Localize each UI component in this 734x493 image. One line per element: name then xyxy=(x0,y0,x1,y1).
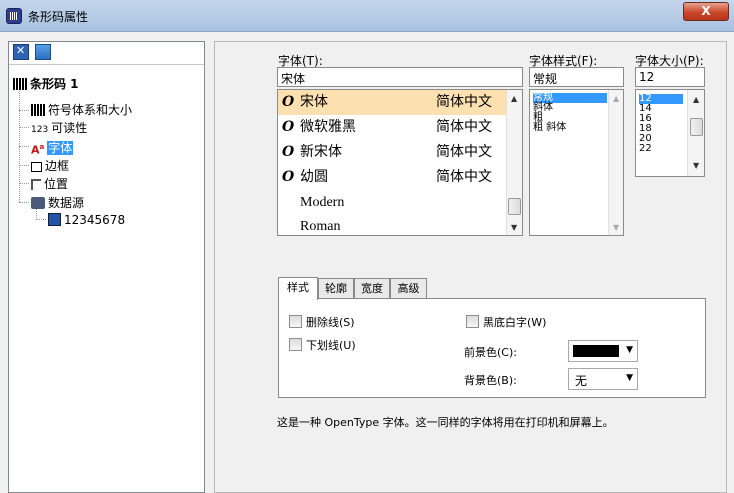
window-title: 条形码属性 xyxy=(28,10,89,24)
tree-line xyxy=(36,219,46,220)
style-list-scrollbar[interactable]: ▲ ▼ xyxy=(608,90,623,235)
tree-line xyxy=(19,183,29,184)
position-icon xyxy=(31,179,41,190)
collapse-all-icon[interactable] xyxy=(13,44,29,60)
inverse-label: 黑底白字(W) xyxy=(483,316,547,329)
inverse-checkbox[interactable] xyxy=(466,315,479,328)
tree-item-font[interactable]: Aa 字体 xyxy=(31,139,74,157)
tree-item-border[interactable]: 边框 xyxy=(31,158,69,174)
title-bar: 条形码属性 X xyxy=(0,0,734,32)
font-list-item[interactable]: O 微软雅黑 简体中文 xyxy=(278,115,506,140)
font-list-item[interactable]: O 宋体 简体中文 xyxy=(278,90,506,115)
scroll-down-icon[interactable]: ▼ xyxy=(613,223,619,232)
view-icon[interactable] xyxy=(34,44,51,60)
tab-style[interactable]: 样式 xyxy=(278,277,318,300)
scroll-thumb[interactable] xyxy=(508,198,521,215)
chevron-down-icon: ▼ xyxy=(626,345,633,355)
tree-item-readability[interactable]: 123 可读性 xyxy=(31,120,87,136)
close-button[interactable]: X xyxy=(683,2,729,21)
barcode-icon xyxy=(13,78,27,90)
style-tab-panel: 删除线(S) 下划线(U) 黑底白字(W) 前景色(C): ▼ 背景色(B): … xyxy=(278,298,706,398)
size-list-item[interactable]: 22 xyxy=(639,144,652,154)
datasource-icon xyxy=(31,197,45,209)
tree-item-data-value[interactable]: 12345678 xyxy=(48,212,125,228)
font-list-item[interactable]: O 新宋体 简体中文 xyxy=(278,140,506,165)
tree-line xyxy=(19,110,29,111)
toolbar-divider xyxy=(9,64,204,65)
barcode-app-icon xyxy=(6,8,22,24)
background-color-picker[interactable]: 无 ▼ xyxy=(568,368,638,390)
font-input[interactable]: 宋体 xyxy=(277,67,523,87)
readability-icon: 123 xyxy=(31,125,49,135)
scroll-up-icon[interactable]: ▲ xyxy=(693,95,699,104)
font-list-item[interactable]: Modern xyxy=(278,190,506,215)
tree-line xyxy=(19,127,29,128)
tab-width[interactable]: 宽度 xyxy=(354,278,390,299)
font-properties-panel: 字体(T): 宋体 字体样式(F): 常规 字体大小(P): 12 O 宋体 简… xyxy=(214,41,727,493)
font-description: 这是一种 OpenType 字体。这一同样的字体将用在打印机和屏幕上。 xyxy=(277,416,614,429)
size-list-scrollbar[interactable]: ▲ ▼ xyxy=(687,90,704,176)
tree-item-symbology[interactable]: 符号体系和大小 xyxy=(31,102,132,118)
font-icon: Aa xyxy=(31,143,45,157)
font-list-item[interactable]: Roman xyxy=(278,214,506,235)
opentype-icon: O xyxy=(282,169,295,185)
data-icon xyxy=(48,213,61,226)
scroll-down-icon[interactable]: ▼ xyxy=(693,161,699,170)
symbology-icon xyxy=(31,104,45,116)
scroll-thumb[interactable] xyxy=(690,118,703,136)
scroll-up-icon[interactable]: ▲ xyxy=(511,94,517,103)
foreground-color-picker[interactable]: ▼ xyxy=(568,340,638,362)
tree-line xyxy=(19,202,29,203)
opentype-icon: O xyxy=(282,144,295,160)
scroll-up-icon[interactable]: ▲ xyxy=(613,94,619,103)
strikeout-label: 删除线(S) xyxy=(306,316,355,329)
foreground-swatch xyxy=(573,345,619,357)
tree-item-datasource[interactable]: 数据源 xyxy=(31,195,84,211)
style-list-item[interactable]: 粗 斜体 xyxy=(533,123,566,133)
tree-line xyxy=(19,146,29,147)
scroll-down-icon[interactable]: ▼ xyxy=(511,223,517,232)
foreground-label: 前景色(C): xyxy=(464,346,517,359)
tree-line xyxy=(19,86,20,202)
tab-advanced[interactable]: 高级 xyxy=(390,278,427,299)
underline-label: 下划线(U) xyxy=(306,339,356,352)
tree-item-position[interactable]: 位置 xyxy=(31,176,68,192)
tree-item-barcode[interactable]: 条形码 1 xyxy=(13,76,79,92)
property-tree: 条形码 1 符号体系和大小 123可读性 Aa字体 边框 位置 数据源 1234… xyxy=(8,41,205,493)
tree-toolbar xyxy=(13,44,53,62)
size-input[interactable]: 12 xyxy=(635,67,705,87)
underline-checkbox[interactable] xyxy=(289,338,302,351)
style-input[interactable]: 常规 xyxy=(529,67,624,87)
background-label: 背景色(B): xyxy=(464,374,517,387)
tab-outline[interactable]: 轮廓 xyxy=(318,278,354,299)
font-list[interactable]: O 宋体 简体中文 O 微软雅黑 简体中文 O 新宋体 简体中文 O 幼圆 简体… xyxy=(277,89,523,236)
style-list[interactable]: 常规 斜体 粗 粗 斜体 ▲ ▼ xyxy=(529,89,624,236)
opentype-icon: O xyxy=(282,94,295,110)
strikeout-checkbox[interactable] xyxy=(289,315,302,328)
tree-line xyxy=(19,165,29,166)
border-icon xyxy=(31,162,42,172)
font-list-item[interactable]: O 幼圆 简体中文 xyxy=(278,165,506,190)
font-list-scrollbar[interactable]: ▲ ▼ xyxy=(506,90,522,235)
size-list[interactable]: 12 14 16 18 20 22 ▲ ▼ xyxy=(635,89,705,177)
chevron-down-icon: ▼ xyxy=(626,373,633,383)
opentype-icon: O xyxy=(282,119,295,135)
dialog-body: 条形码 1 符号体系和大小 123可读性 Aa字体 边框 位置 数据源 1234… xyxy=(0,32,734,493)
